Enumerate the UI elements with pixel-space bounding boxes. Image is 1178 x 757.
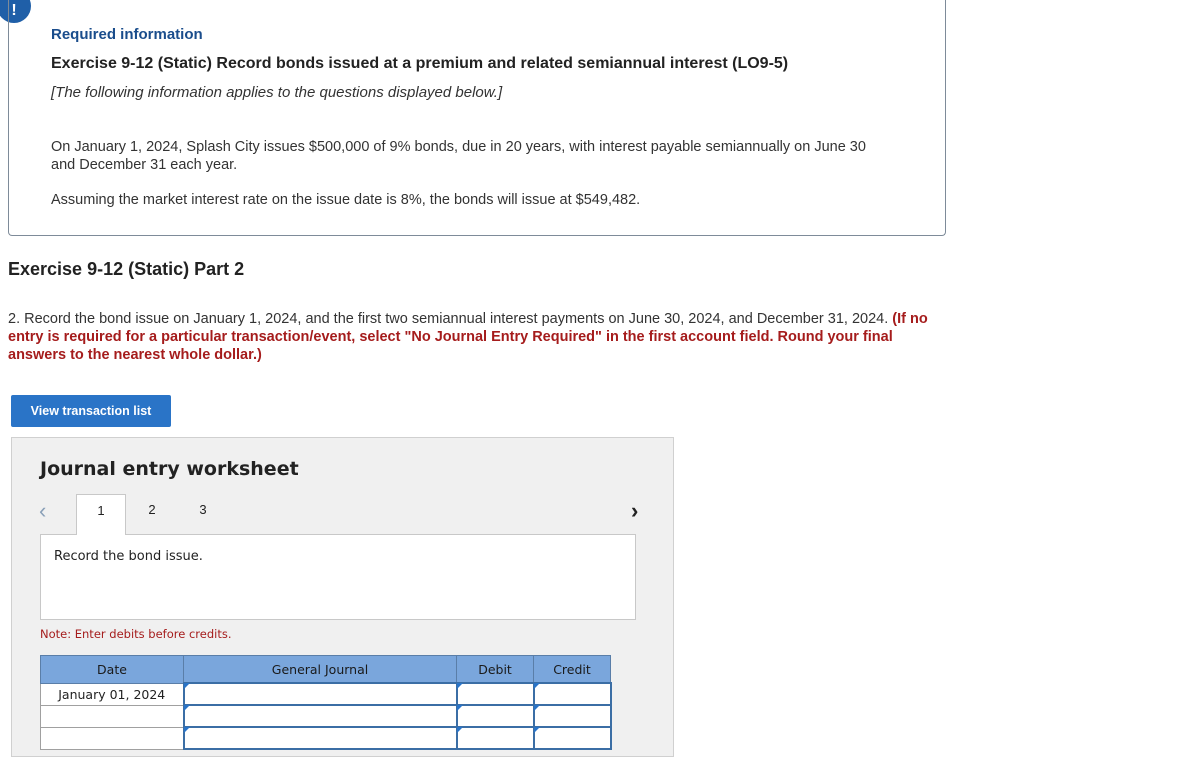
worksheet-tab-2[interactable]: 2 <box>127 494 177 534</box>
exercise-title: Exercise 9-12 (Static) Record bonds issu… <box>51 55 789 72</box>
general-journal-input[interactable] <box>182 682 458 706</box>
dropdown-marker-icon <box>456 727 463 733</box>
view-transaction-list-button[interactable]: View transaction list <box>11 395 171 427</box>
dropdown-marker-icon <box>456 705 463 711</box>
general-journal-input[interactable] <box>182 704 458 728</box>
dropdown-marker-icon <box>533 683 540 689</box>
table-row <box>40 704 612 728</box>
column-header-general-journal: General Journal <box>183 655 457 684</box>
column-header-debit: Debit <box>456 655 534 684</box>
dropdown-marker-icon <box>183 683 190 689</box>
question-body: 2. Record the bond issue on January 1, 2… <box>8 311 893 327</box>
column-header-date: Date <box>40 655 184 684</box>
info-paragraph-2: Assuming the market interest rate on the… <box>51 192 641 208</box>
date-cell <box>40 704 184 728</box>
credit-input[interactable] <box>532 704 612 728</box>
debit-credit-note: Note: Enter debits before credits. <box>40 627 232 641</box>
part-title: Exercise 9-12 (Static) Part 2 <box>8 259 245 279</box>
task-description-box: Record the bond issue. <box>40 534 636 620</box>
worksheet-tab-1[interactable]: 1 <box>76 494 126 535</box>
dropdown-marker-icon <box>183 727 190 733</box>
info-paragraph-1: On January 1, 2024, Splash City issues $… <box>51 139 866 173</box>
debit-input[interactable] <box>455 704 535 728</box>
credit-input[interactable] <box>532 682 612 706</box>
dropdown-marker-icon <box>183 705 190 711</box>
chevron-left-icon[interactable]: ‹ <box>39 498 46 524</box>
column-header-credit: Credit <box>533 655 611 684</box>
applies-note: [The following information applies to th… <box>51 84 503 101</box>
dropdown-marker-icon <box>533 727 540 733</box>
task-text: Record the bond issue. <box>54 549 203 564</box>
worksheet-title: Journal entry worksheet <box>40 458 299 480</box>
chevron-right-icon[interactable]: › <box>631 498 638 524</box>
journal-table: Date General Journal Debit Credit Januar… <box>40 655 612 750</box>
debit-input[interactable] <box>455 682 535 706</box>
required-info-label: Required information <box>51 26 203 43</box>
table-row: January 01, 2024 <box>40 682 612 706</box>
date-cell: January 01, 2024 <box>40 682 184 706</box>
dropdown-marker-icon <box>456 683 463 689</box>
dropdown-marker-icon <box>533 705 540 711</box>
worksheet-tab-3[interactable]: 3 <box>178 494 228 534</box>
journal-entry-worksheet: Journal entry worksheet ‹ 1 2 3 › Record… <box>11 437 674 757</box>
question-text: 2. Record the bond issue on January 1, 2… <box>8 310 948 364</box>
